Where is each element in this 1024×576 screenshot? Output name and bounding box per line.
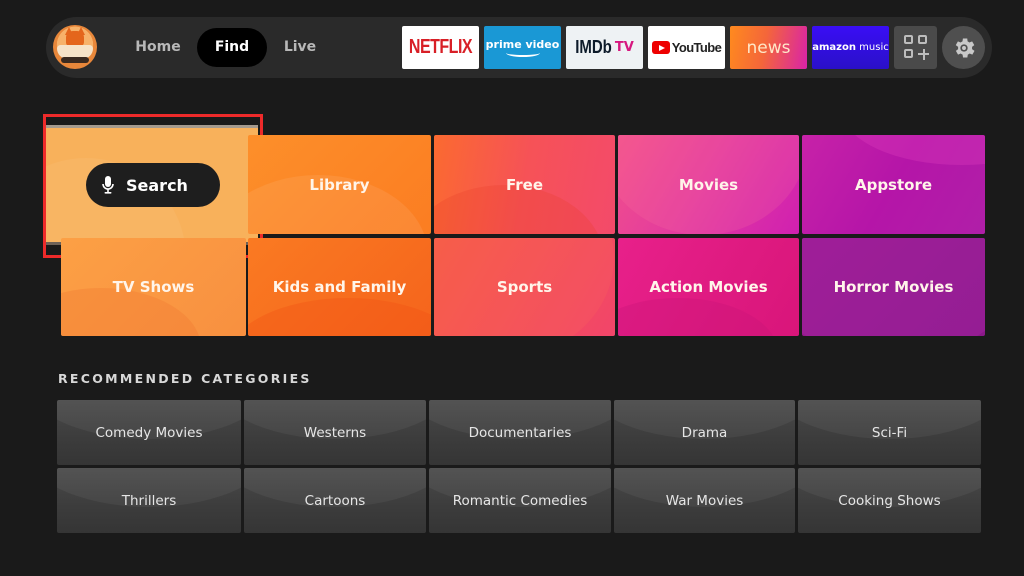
category-label: Movies: [678, 175, 739, 194]
recommended-category-drama[interactable]: Drama: [614, 400, 795, 465]
prime-smile-icon: [505, 49, 540, 57]
app-news[interactable]: news: [730, 26, 807, 69]
app-imdb-tv[interactable]: IMDb TV: [566, 26, 643, 69]
category-library[interactable]: Library: [248, 135, 431, 234]
category-label: Sports: [496, 278, 553, 296]
recommended-category-cooking-shows[interactable]: Cooking Shows: [798, 468, 981, 533]
netflix-logo: NETFLIX: [408, 36, 473, 58]
category-label: War Movies: [665, 492, 744, 509]
microphone-icon: [102, 176, 114, 194]
app-prime-video[interactable]: prime video: [484, 26, 561, 69]
app-netflix[interactable]: NETFLIX: [402, 26, 479, 69]
category-label: Free: [505, 175, 544, 194]
category-label: Romantic Comedies: [452, 492, 588, 509]
apps-grid-icon: [904, 49, 913, 58]
search-label: Search: [126, 175, 188, 195]
tile-wave-decoration: [618, 298, 778, 336]
youtube-logo: YouTube: [671, 40, 722, 55]
tab-find[interactable]: Find: [197, 28, 267, 67]
imdb-tv-label: TV: [614, 40, 634, 55]
category-tv-shows[interactable]: TV Shows: [61, 238, 246, 336]
recommended-category-cartoons[interactable]: Cartoons: [244, 468, 426, 533]
news-logo: news: [746, 37, 791, 58]
apps-grid-icon: [904, 35, 913, 44]
recommended-category-romantic-comedies[interactable]: Romantic Comedies: [429, 468, 611, 533]
apps-grid-icon: [918, 35, 927, 44]
recommended-category-war-movies[interactable]: War Movies: [614, 468, 795, 533]
recommended-categories-heading: RECOMMENDED CATEGORIES: [58, 371, 312, 386]
amazon-music-logo: amazon music: [812, 42, 889, 53]
app-amazon-music[interactable]: amazon music: [812, 26, 889, 69]
category-label: Horror Movies: [833, 278, 954, 296]
plus-icon: [922, 48, 925, 60]
tile-wave-decoration: [842, 135, 985, 165]
recommended-category-documentaries[interactable]: Documentaries: [429, 400, 611, 465]
recommended-category-comedy-movies[interactable]: Comedy Movies: [57, 400, 241, 465]
category-label: Westerns: [303, 424, 367, 441]
category-label: TV Shows: [112, 278, 195, 296]
top-navigation-bar: Home Find Live NETFLIX prime video IMDb …: [46, 17, 992, 78]
category-sports[interactable]: Sports: [434, 238, 615, 336]
search-button[interactable]: Search: [86, 163, 220, 207]
tab-home[interactable]: Home: [128, 28, 188, 67]
category-kids-and-family[interactable]: Kids and Family: [248, 238, 431, 336]
amazon-brand-label: amazon: [812, 42, 856, 53]
youtube-play-icon: [651, 41, 670, 54]
search-tile[interactable]: Search: [46, 125, 258, 242]
category-label: Thrillers: [121, 492, 177, 509]
recommended-category-thrillers[interactable]: Thrillers: [57, 468, 241, 533]
bowl-band-icon: [61, 57, 89, 63]
music-label: music: [859, 42, 889, 53]
imdb-logo: IMDb: [575, 37, 612, 58]
category-label: Cartoons: [304, 492, 366, 509]
tile-wave-decoration: [248, 298, 431, 336]
category-action-movies[interactable]: Action Movies: [618, 238, 799, 336]
tab-live[interactable]: Live: [274, 28, 326, 67]
profile-avatar[interactable]: [53, 25, 97, 69]
category-horror-movies[interactable]: Horror Movies: [802, 238, 985, 336]
category-label: Kids and Family: [272, 278, 407, 296]
app-youtube[interactable]: YouTube: [648, 26, 725, 69]
recommended-category-westerns[interactable]: Westerns: [244, 400, 426, 465]
category-label: Appstore: [854, 175, 933, 194]
category-label: Library: [309, 175, 370, 194]
category-free[interactable]: Free: [434, 135, 615, 234]
all-apps-button[interactable]: [894, 26, 937, 69]
category-appstore[interactable]: Appstore: [802, 135, 985, 234]
category-label: Drama: [681, 424, 728, 441]
category-label: Documentaries: [468, 424, 572, 441]
recommended-category-sci-fi[interactable]: Sci-Fi: [798, 400, 981, 465]
category-movies[interactable]: Movies: [618, 135, 799, 234]
category-label: Sci-Fi: [871, 424, 908, 441]
settings-button[interactable]: [942, 26, 985, 69]
gear-icon: [955, 37, 975, 58]
category-label: Cooking Shows: [838, 492, 941, 509]
category-label: Comedy Movies: [95, 424, 203, 441]
category-label: Action Movies: [649, 278, 768, 296]
